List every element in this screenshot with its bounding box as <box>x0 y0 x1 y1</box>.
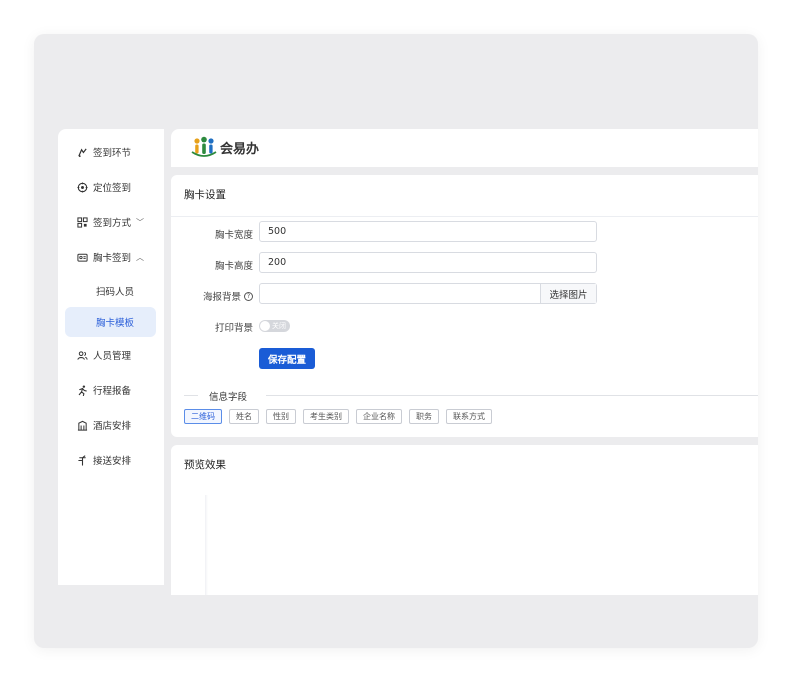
sidebar-item-badge-checkin[interactable]: 胸卡签到 ︿ <box>66 242 156 272</box>
sidebar-item-pickup[interactable]: 接送安排 <box>66 445 156 475</box>
chevron-up-icon: ︿ <box>136 252 145 262</box>
poster-label-wrap: 海报背景 ? <box>179 289 253 303</box>
poster-background-group: 选择图片 <box>259 283 597 304</box>
sidebar-subitem-badge-template[interactable]: 胸卡模板 <box>65 307 156 337</box>
poster-background-input[interactable] <box>260 284 540 303</box>
sidebar-item-checkin-flow[interactable]: 签到环节 <box>66 137 156 167</box>
preview-title: 预览效果 <box>184 459 226 471</box>
app-frame: 签到环节 定位签到 签到方式 ﹀ 胸卡签到 ︿ 扫码人员 胸卡模板 人员管理 行… <box>34 34 758 648</box>
checkin-flow-icon <box>76 146 88 158</box>
card-title: 胸卡设置 <box>184 189 226 201</box>
sidebar-item-label: 人员管理 <box>93 351 132 362</box>
qr-grid-icon <box>76 216 88 228</box>
field-tag-contact[interactable]: 联系方式 <box>446 409 492 424</box>
sidebar-item-label: 行程报备 <box>93 386 132 397</box>
field-tag-position[interactable]: 职务 <box>409 409 439 424</box>
sidebar-subitem-label: 扫码人员 <box>96 287 135 298</box>
sidebar-item-label: 定位签到 <box>93 183 132 194</box>
field-tag-examinee-type[interactable]: 考生类别 <box>303 409 349 424</box>
logo-people-icon <box>191 136 217 157</box>
toggle-knob <box>260 321 270 331</box>
field-tag-name[interactable]: 姓名 <box>229 409 259 424</box>
print-background-toggle[interactable]: 关闭 <box>259 320 290 332</box>
brand-logo[interactable]: 会易办 <box>191 136 259 158</box>
section-divider-left <box>184 395 198 396</box>
user-group-icon <box>76 349 88 361</box>
logo-text: 会易办 <box>220 141 260 157</box>
help-icon[interactable]: ? <box>244 291 253 301</box>
running-icon <box>76 384 88 396</box>
preview-card: 预览效果 <box>171 445 758 595</box>
info-field-tags: 二维码 姓名 性别 考生类别 企业名称 职务 联系方式 <box>184 409 492 424</box>
sidebar-item-label: 签到方式 <box>93 218 132 229</box>
badge-height-input[interactable]: 200 <box>259 252 597 273</box>
preview-canvas-edge <box>205 495 208 595</box>
field-tag-gender[interactable]: 性别 <box>266 409 296 424</box>
sidebar-item-personnel[interactable]: 人员管理 <box>66 340 156 370</box>
poster-label: 海报背景 <box>202 292 241 303</box>
sidebar-item-itinerary[interactable]: 行程报备 <box>66 375 156 405</box>
height-label: 胸卡高度 <box>214 261 253 272</box>
sidebar-item-location-checkin[interactable]: 定位签到 <box>66 172 156 202</box>
field-tag-company[interactable]: 企业名称 <box>356 409 402 424</box>
sidebar-subitem-scan-staff[interactable]: 扫码人员 <box>65 276 156 306</box>
sidebar-subitem-label: 胸卡模板 <box>96 318 135 329</box>
sidebar: 签到环节 定位签到 签到方式 ﹀ 胸卡签到 ︿ 扫码人员 胸卡模板 人员管理 行… <box>58 129 164 585</box>
print-bg-label: 打印背景 <box>214 323 253 334</box>
building-icon <box>76 419 88 431</box>
badge-width-input[interactable]: 500 <box>259 221 597 242</box>
badge-card-icon <box>76 251 88 263</box>
section-divider-right <box>266 395 758 396</box>
pickup-icon <box>76 454 88 466</box>
choose-image-button[interactable]: 选择图片 <box>540 284 596 303</box>
sidebar-item-checkin-method[interactable]: 签到方式 ﹀ <box>66 207 156 237</box>
sidebar-item-hotel[interactable]: 酒店安排 <box>66 410 156 440</box>
info-fields-label: 信息字段 <box>209 392 248 403</box>
save-config-button[interactable]: 保存配置 <box>259 348 315 369</box>
sidebar-item-label: 接送安排 <box>93 456 132 467</box>
sidebar-item-label: 酒店安排 <box>93 421 132 432</box>
top-header: 会易办 <box>171 129 758 167</box>
badge-settings-card: 胸卡设置 胸卡宽度 500 胸卡高度 200 海报背景 ? 选择图片 打印背景 … <box>171 175 758 437</box>
field-tag-qrcode[interactable]: 二维码 <box>184 409 222 424</box>
width-label: 胸卡宽度 <box>214 230 253 241</box>
toggle-text: 关闭 <box>272 322 286 330</box>
target-icon <box>76 181 88 193</box>
sidebar-item-label: 签到环节 <box>93 148 132 159</box>
divider <box>171 216 758 217</box>
sidebar-item-label: 胸卡签到 <box>93 253 132 264</box>
chevron-down-icon: ﹀ <box>136 217 145 227</box>
